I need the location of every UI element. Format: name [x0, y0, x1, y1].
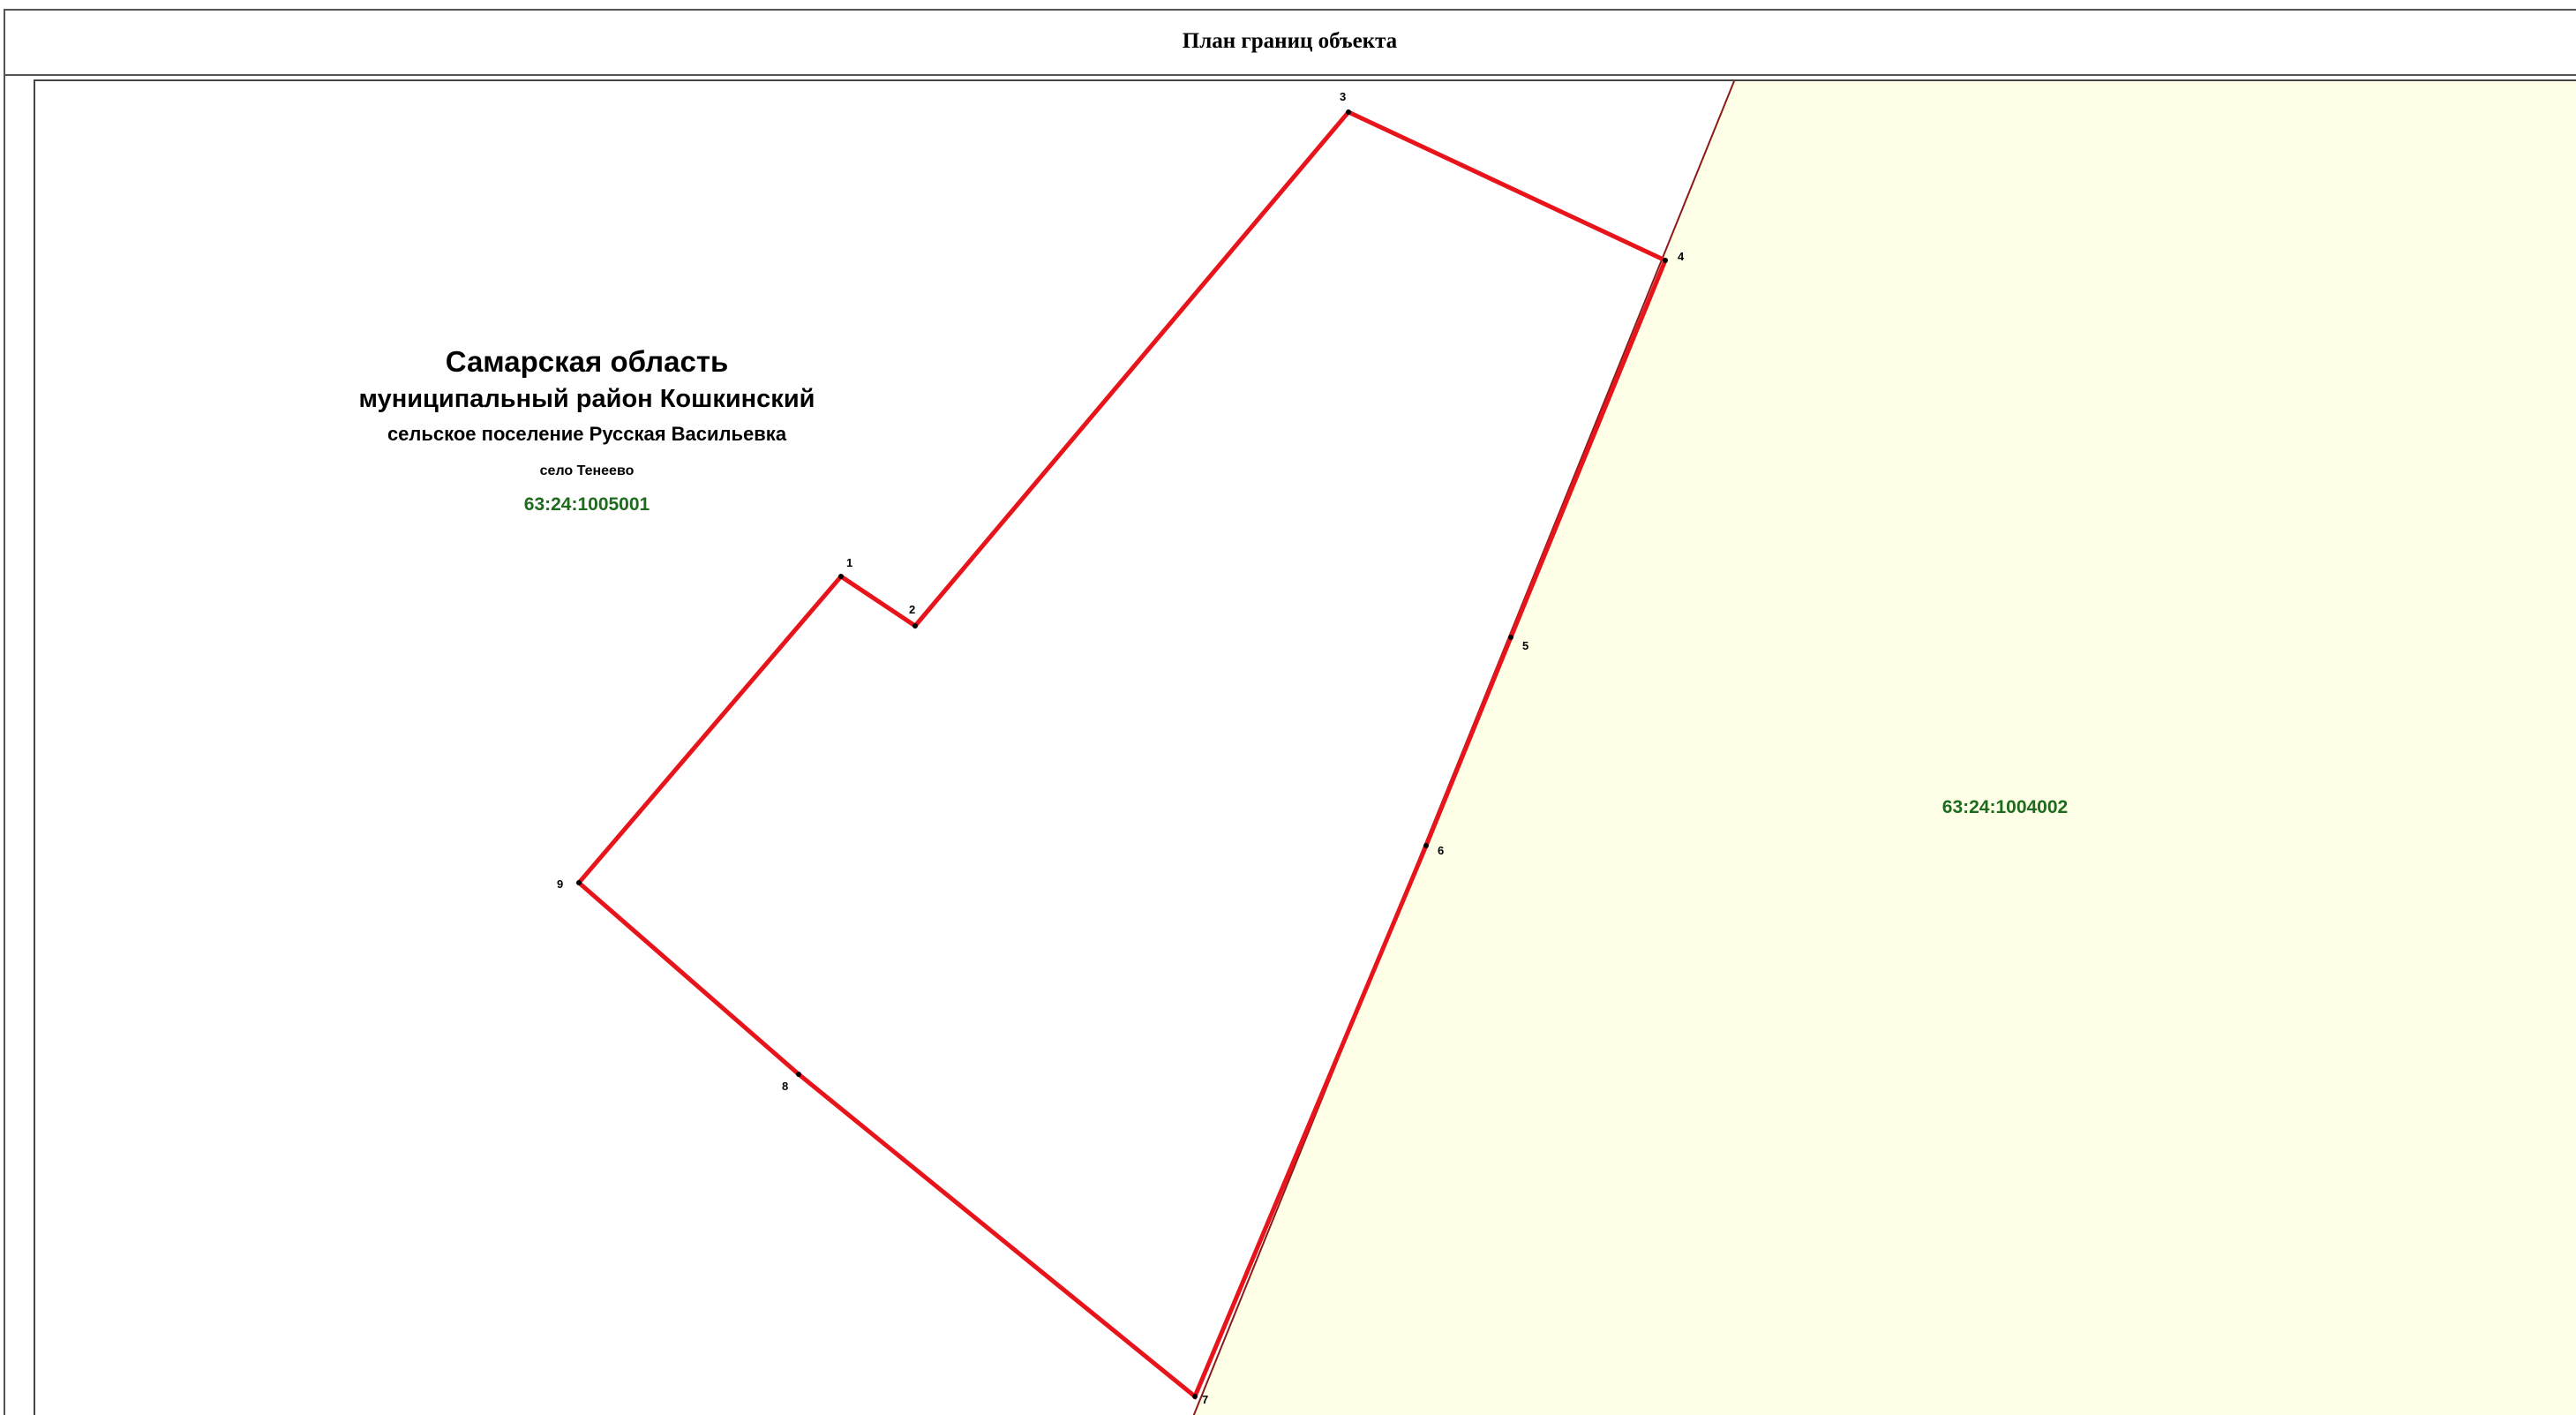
point-label-7: 7: [1202, 1393, 1208, 1406]
settlement-label: сельское поселение Русская Васильевка: [387, 423, 787, 445]
point-label-4: 4: [1678, 250, 1685, 263]
point-label-1: 1: [846, 556, 852, 569]
point-label-5: 5: [1522, 639, 1528, 652]
point-marker-8: [796, 1072, 801, 1077]
point-label-9: 9: [557, 877, 563, 891]
neighbor-quarter-label: 63:24:1004002: [1942, 797, 2068, 817]
point-label-6: 6: [1438, 844, 1444, 857]
point-marker-9: [576, 880, 582, 885]
cadastral-quarter-label: 63:24:1005001: [524, 494, 650, 515]
point-marker-6: [1423, 843, 1429, 848]
point-marker-3: [1346, 109, 1351, 115]
point-marker-7: [1192, 1394, 1198, 1399]
map-canvas: 1 2 3 4 5 6 7 8 9 Самарская область муни…: [359, 81, 2576, 1415]
title-bar: План границ объекта: [4, 9, 2576, 76]
page: План границ объекта 1 2 3 4 5 6 7 8 9 Са…: [0, 0, 2576, 1415]
map-frame: 1 2 3 4 5 6 7 8 9 Самарская область муни…: [34, 79, 2576, 1415]
point-label-8: 8: [782, 1080, 788, 1093]
point-label-3: 3: [1340, 90, 1346, 103]
point-marker-4: [1663, 258, 1668, 263]
point-marker-5: [1508, 635, 1513, 640]
point-marker-1: [838, 574, 844, 579]
page-title: План границ объекта: [1182, 29, 1398, 53]
region-label: Самарская область: [446, 345, 729, 378]
admin-labels: Самарская область муниципальный район Ко…: [359, 345, 815, 515]
point-label-2: 2: [909, 603, 915, 616]
district-label: муниципальный район Кошкинский: [359, 385, 815, 413]
village-label: село Тенеево: [540, 463, 635, 478]
neighbor-quarter-area: [1193, 81, 2576, 1415]
point-marker-2: [912, 623, 918, 628]
